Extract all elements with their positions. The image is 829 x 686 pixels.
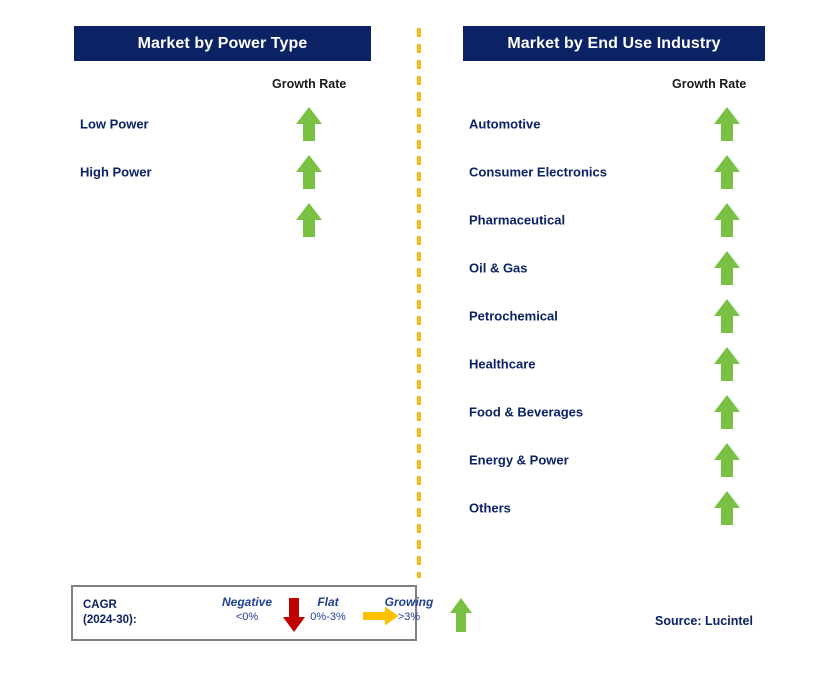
growth-rate-caption-right: Growth Rate — [672, 77, 747, 91]
segment-label: Consumer Electronics — [469, 164, 607, 180]
growth-rate-caption-left: Growth Rate — [272, 77, 347, 91]
segment-row: Automotive — [0, 107, 829, 141]
segment-label: Energy & Power — [469, 452, 569, 468]
legend-title: CAGR (2024-30): — [83, 598, 137, 628]
segment-label: Oil & Gas — [469, 260, 528, 276]
vertical-dashed-divider — [417, 28, 421, 578]
cagr-legend: CAGR (2024-30): Negative <0% Flat 0%-3% … — [71, 585, 472, 641]
up-arrow-icon — [714, 491, 740, 525]
segment-row: Healthcare — [0, 347, 829, 381]
up-arrow-icon — [714, 155, 740, 189]
up-arrow-icon — [450, 598, 472, 632]
legend-range-negative: <0% — [235, 611, 259, 623]
up-arrow-icon — [714, 203, 740, 237]
panel-header-power-type: Market by Power Type — [74, 26, 371, 61]
segment-row: Pharmaceutical — [0, 203, 829, 237]
panel-title-left: Market by Power Type — [137, 34, 308, 52]
up-arrow-icon — [714, 347, 740, 381]
source-note: Source: Lucintel — [655, 614, 753, 628]
segment-row: Petrochemical — [0, 299, 829, 333]
legend-label-negative: Negative — [221, 595, 273, 609]
segment-label: Healthcare — [469, 356, 536, 372]
up-arrow-icon — [714, 299, 740, 333]
up-arrow-icon — [714, 395, 740, 429]
segment-row: Oil & Gas — [0, 251, 829, 285]
segment-row: Consumer Electronics — [0, 155, 829, 189]
infographic-canvas: Market by Power Type Market by End Use I… — [0, 0, 829, 686]
segment-label: Petrochemical — [469, 308, 558, 324]
segment-label: Food & Beverages — [469, 404, 584, 420]
legend-title-line2: (2024-30): — [83, 614, 137, 626]
segment-label: Pharmaceutical — [469, 212, 566, 228]
legend-item-negative: Negative <0% — [205, 595, 289, 623]
panel-title-right: Market by End Use Industry — [507, 34, 721, 52]
up-arrow-icon — [714, 251, 740, 285]
right-arrow-icon — [363, 606, 399, 626]
legend-title-line1: CAGR — [83, 599, 117, 611]
segment-label: Automotive — [469, 116, 541, 132]
segment-row: Food & Beverages — [0, 395, 829, 429]
segment-row: Others — [0, 491, 829, 525]
panel-header-end-use-industry: Market by End Use Industry — [463, 26, 765, 61]
segment-row: Energy & Power — [0, 443, 829, 477]
up-arrow-icon — [714, 443, 740, 477]
segment-label: Others — [469, 500, 511, 516]
up-arrow-icon — [714, 107, 740, 141]
down-arrow-icon — [283, 598, 305, 632]
